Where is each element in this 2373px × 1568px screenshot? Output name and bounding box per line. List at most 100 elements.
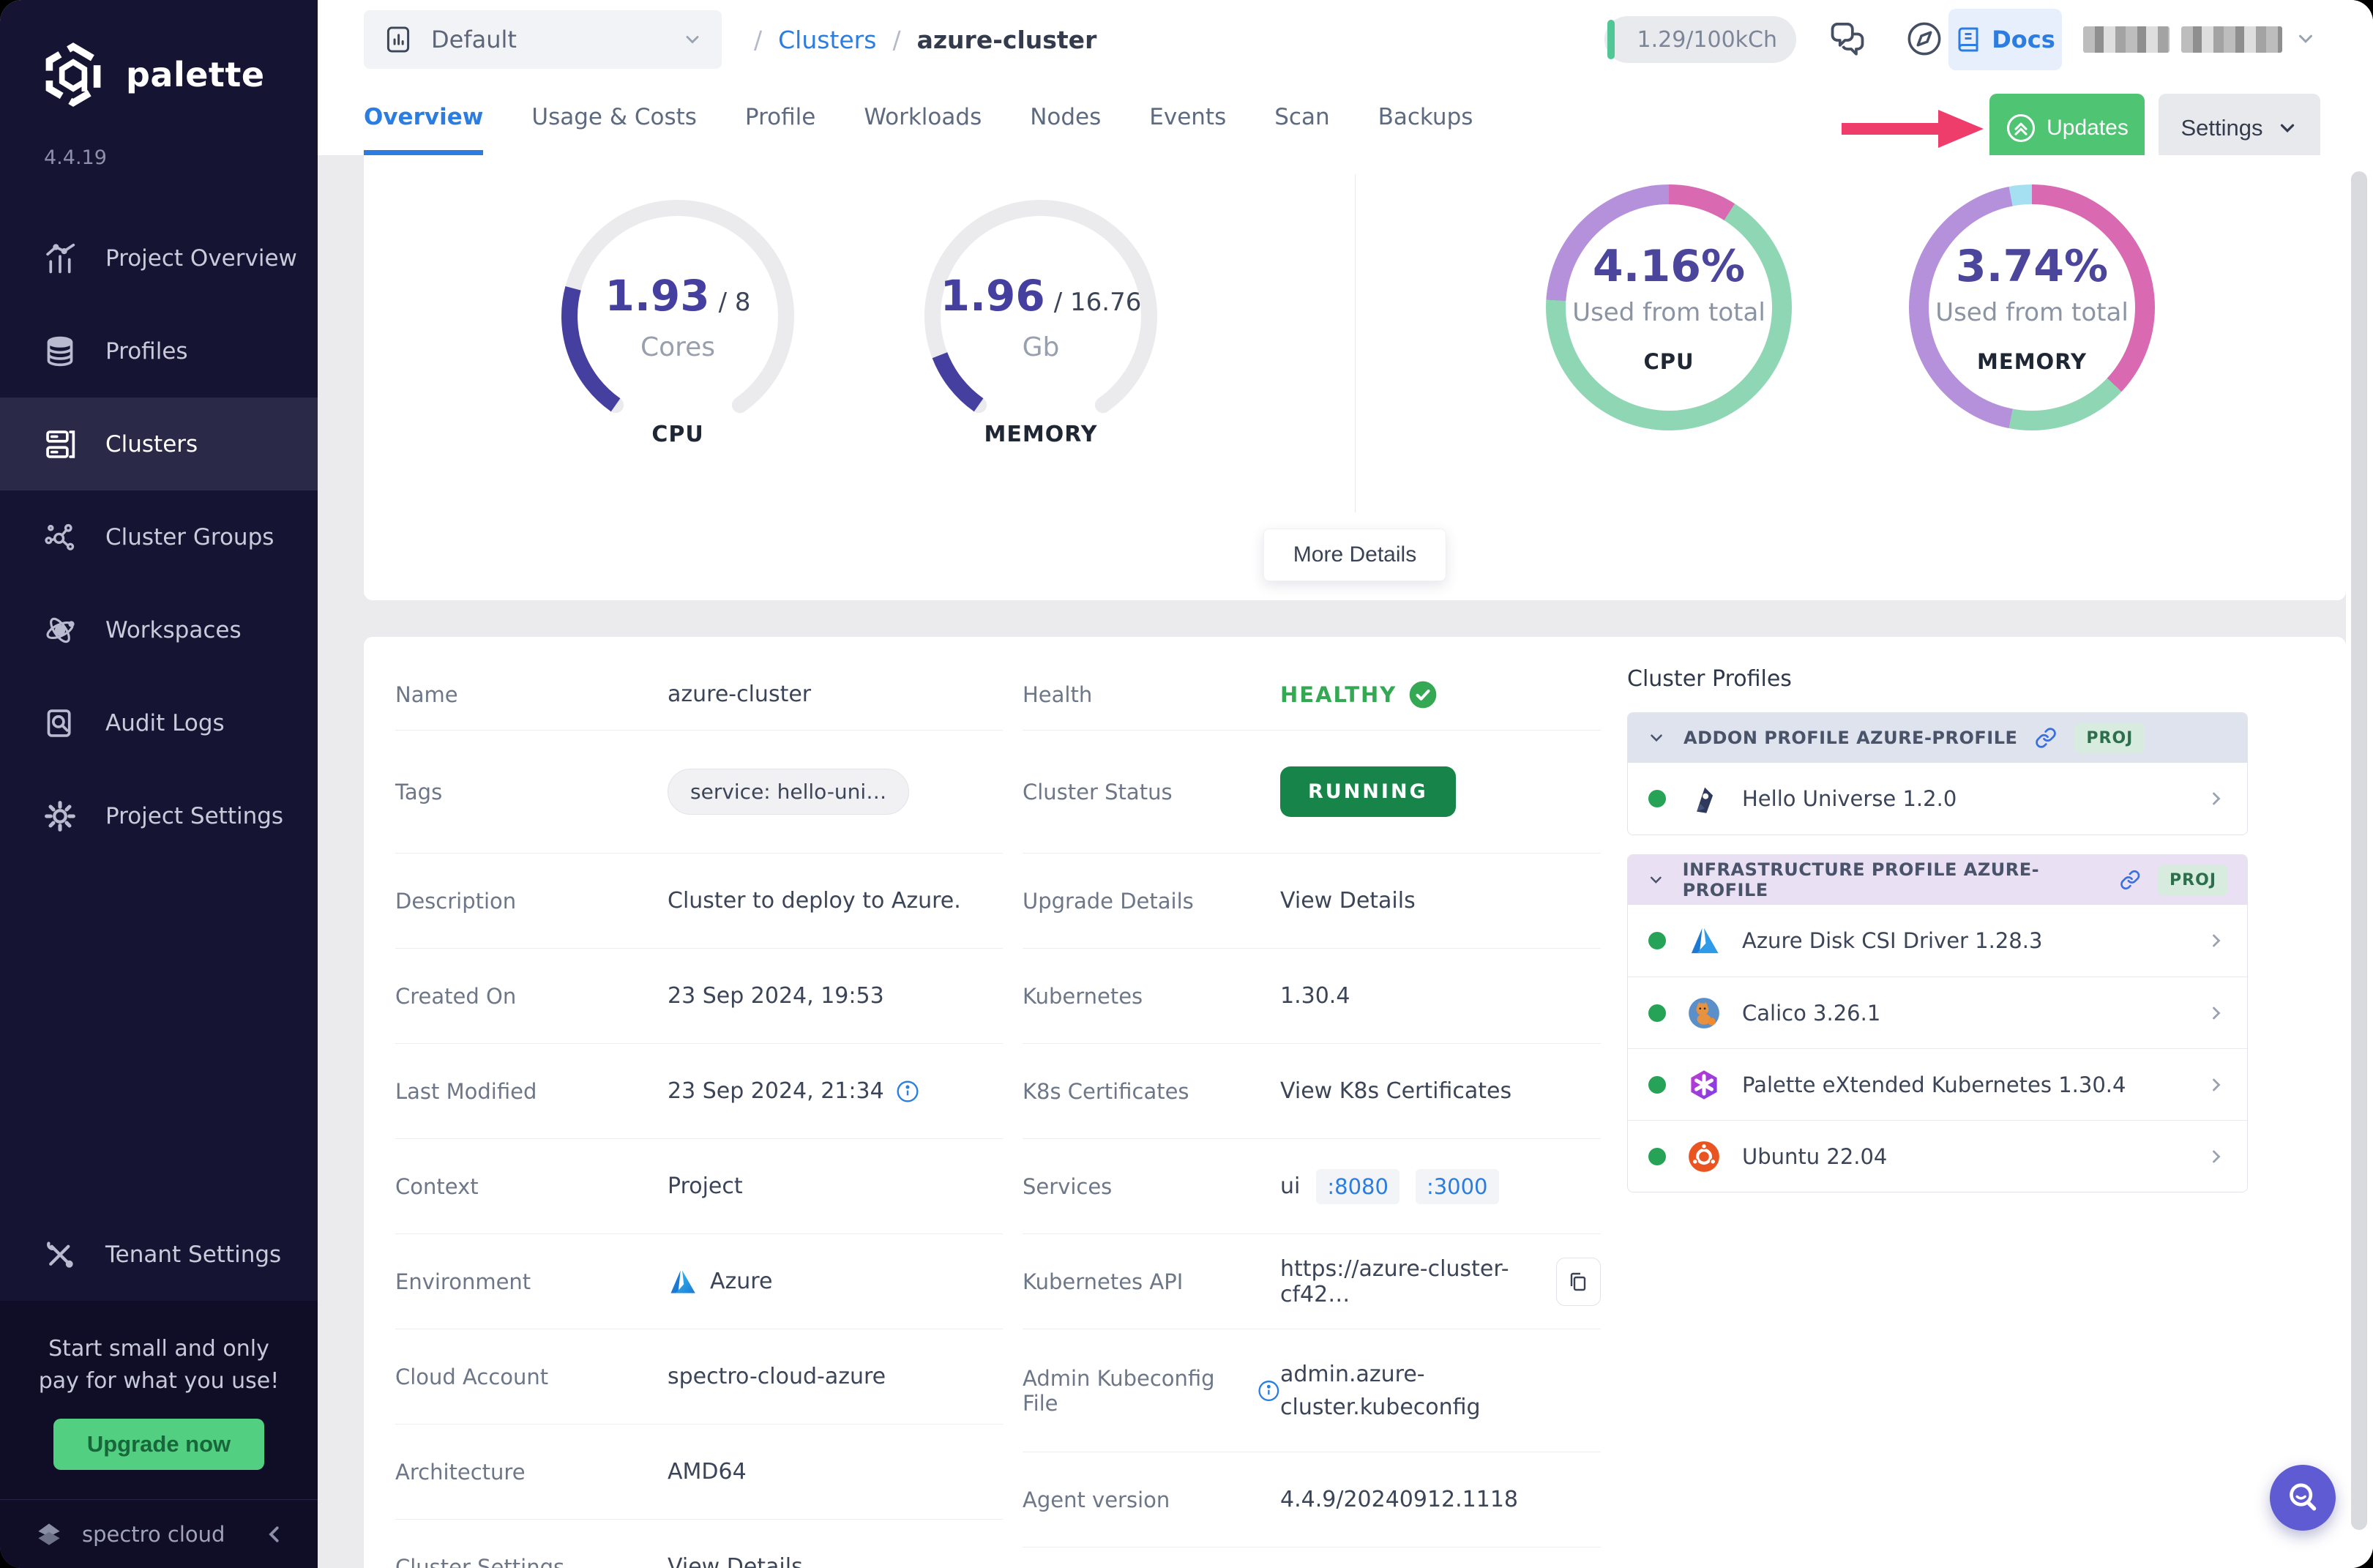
detail-row-upgrade-details: Upgrade Details View Details [1023,854,1601,949]
info-icon[interactable] [896,1080,919,1103]
memory-gauge: 1.96 / 16.76 Gb MEMORY [865,184,1217,529]
detail-row-last-modified: Last Modified 23 Sep 2024, 21:34 [395,1044,1003,1139]
breadcrumb-clusters-link[interactable]: Clusters [778,26,876,54]
scrollbar-track [2346,155,2373,1568]
cluster-settings-link[interactable]: View Details [668,1554,1003,1568]
sidebar: palette 4.4.19 Project Overview Profiles [0,0,318,1568]
usage-meter: 1.29/100kCh [1604,16,1796,63]
profile-row-azure-disk[interactable]: Azure Disk CSI Driver 1.28.3 [1628,905,2247,977]
chat-icon[interactable] [1826,19,1869,61]
sidebar-item-workspaces[interactable]: Workspaces [0,583,318,676]
kubeconfig-download-link[interactable]: admin.azure-cluster.kubeconfig [1280,1358,1533,1424]
sidebar-item-project-overview[interactable]: Project Overview [0,212,318,305]
scrollbar-thumb[interactable] [2351,171,2367,1530]
azure-icon [668,1267,697,1296]
usage-meter-value: 1.29/100kCh [1637,27,1778,53]
service-port-link[interactable]: :8080 [1316,1169,1399,1204]
detail-row-services: Services ui :8080 :3000 [1023,1139,1601,1234]
chevron-right-icon [2206,1003,2227,1023]
tab-profile[interactable]: Profile [745,81,815,155]
profile-row-calico[interactable]: Calico 3.26.1 [1628,977,2247,1048]
details-column: Name azure-cluster Tags service: hello-u… [395,659,1003,1568]
collapse-sidebar-icon[interactable] [264,1523,285,1545]
user-menu[interactable] [2083,26,2282,53]
cpu-gauge-label: CPU [651,422,703,447]
usage-donuts: 4.16% Used from total CPU 3.74% Used fro… [1355,155,2346,600]
tab-scan[interactable]: Scan [1274,81,1329,155]
detail-row-agent-version: Agent version 4.4.9/20240912.1118 [1023,1452,1601,1548]
profile-row-hello-universe[interactable]: Hello Universe 1.2.0 [1628,763,2247,835]
detail-row-tags: Tags service: hello-uni… [395,731,1003,854]
sidebar-item-profiles[interactable]: Profiles [0,305,318,397]
sidebar-item-audit-logs[interactable]: Audit Logs [0,676,318,769]
sidebar-item-cluster-groups[interactable]: Cluster Groups [0,490,318,583]
compass-icon[interactable] [1905,19,1944,59]
detail-row-kubernetes: Kubernetes 1.30.4 [1023,949,1601,1044]
sidebar-item-tenant-settings[interactable]: Tenant Settings [0,1208,318,1301]
updates-button[interactable]: Updates [1989,94,2145,163]
cluster-status-badge: RUNNING [1280,766,1456,817]
tab-backups[interactable]: Backups [1378,81,1473,155]
tab-events[interactable]: Events [1149,81,1226,155]
tab-nodes[interactable]: Nodes [1030,81,1101,155]
chevron-down-icon[interactable] [2295,28,2317,50]
sidebar-nav: Project Overview Profiles Clusters [0,212,318,862]
memory-donut: 3.74% Used from total MEMORY [1856,176,2208,520]
health-status: HEALTHY [1280,680,1438,709]
tag-pill[interactable]: service: hello-uni… [668,769,909,815]
breadcrumb-separator: / [754,26,762,54]
upsell-text: Start small and only pay for what you us… [26,1333,291,1397]
copy-icon [1566,1269,1591,1294]
redacted-username [2181,26,2282,53]
k8s-certificates-link[interactable]: View K8s Certificates [1280,1078,1601,1104]
updates-label: Updates [2047,116,2129,141]
brand-logo: palette [0,0,318,108]
cluster-details-card: Name azure-cluster Tags service: hello-u… [364,637,2346,1568]
detail-row-created-on: Created On 23 Sep 2024, 19:53 [395,949,1003,1044]
profile-row-pxk[interactable]: Palette eXtended Kubernetes 1.30.4 [1628,1048,2247,1120]
layers-icon [42,334,78,369]
detail-row-admin-kubeconfig: Admin Kubeconfig File admin.azure-cluste… [1023,1329,1601,1452]
project-icon [383,24,414,55]
doc-search-icon [42,706,78,741]
tab-usage-costs[interactable]: Usage & Costs [531,81,697,155]
chevron-right-icon [2206,1075,2227,1095]
upgrade-now-button[interactable]: Upgrade now [53,1419,264,1470]
docs-button[interactable]: Docs [1948,9,2062,70]
memory-percent: 3.74% [1956,241,2108,292]
addon-profile-header[interactable]: ADDON PROFILE AZURE-PROFILE PROJ [1628,713,2247,763]
profile-row-ubuntu[interactable]: Ubuntu 22.04 [1628,1120,2247,1192]
chevron-down-icon [1647,870,1665,889]
infrastructure-profile-header[interactable]: INFRASTRUCTURE PROFILE AZURE-PROFILE PRO… [1628,855,2247,905]
settings-button[interactable]: Settings [2159,94,2320,163]
copy-button[interactable] [1556,1258,1601,1306]
tab-workloads[interactable]: Workloads [864,81,982,155]
spectro-cloud-logo-icon [32,1517,66,1551]
overview-metrics-card: 1.93 / 8 Cores CPU 1.96 [364,155,2346,600]
sidebar-item-label: Project Overview [105,245,297,272]
detail-row-cluster-settings: Cluster Settings View Details [395,1520,1003,1568]
app-version: 4.4.19 [44,146,318,169]
upgrade-details-link[interactable]: View Details [1280,888,1601,914]
link-icon [2120,869,2140,891]
info-icon[interactable] [1257,1379,1280,1403]
usage-gauges: 1.93 / 8 Cores CPU 1.96 [364,155,1355,600]
upsell-panel: Start small and only pay for what you us… [0,1301,318,1499]
more-details-button[interactable]: More Details [1263,529,1446,581]
scope-badge: PROJ [2158,865,2228,895]
project-selector-value: Default [431,26,665,53]
check-circle-icon [1408,680,1438,709]
cpu-donut: 4.16% Used from total CPU [1493,176,1845,520]
project-selector[interactable]: Default [364,10,722,69]
tab-overview[interactable]: Overview [364,81,483,155]
sidebar-item-clusters[interactable]: Clusters [0,397,318,490]
server-icon [42,427,78,462]
service-port-link[interactable]: :3000 [1416,1169,1499,1204]
sidebar-item-project-settings[interactable]: Project Settings [0,769,318,862]
annotation-arrow [1840,107,1987,151]
settings-label: Settings [2180,115,2262,141]
cluster-profiles-panel: Cluster Profiles ADDON PROFILE AZURE-PRO… [1627,666,2248,1212]
usage-progress [1607,20,1615,59]
search-fab-button[interactable] [2270,1465,2336,1531]
top-bar: Default / Clusters / azure-cluster 1.29/… [318,0,2373,155]
